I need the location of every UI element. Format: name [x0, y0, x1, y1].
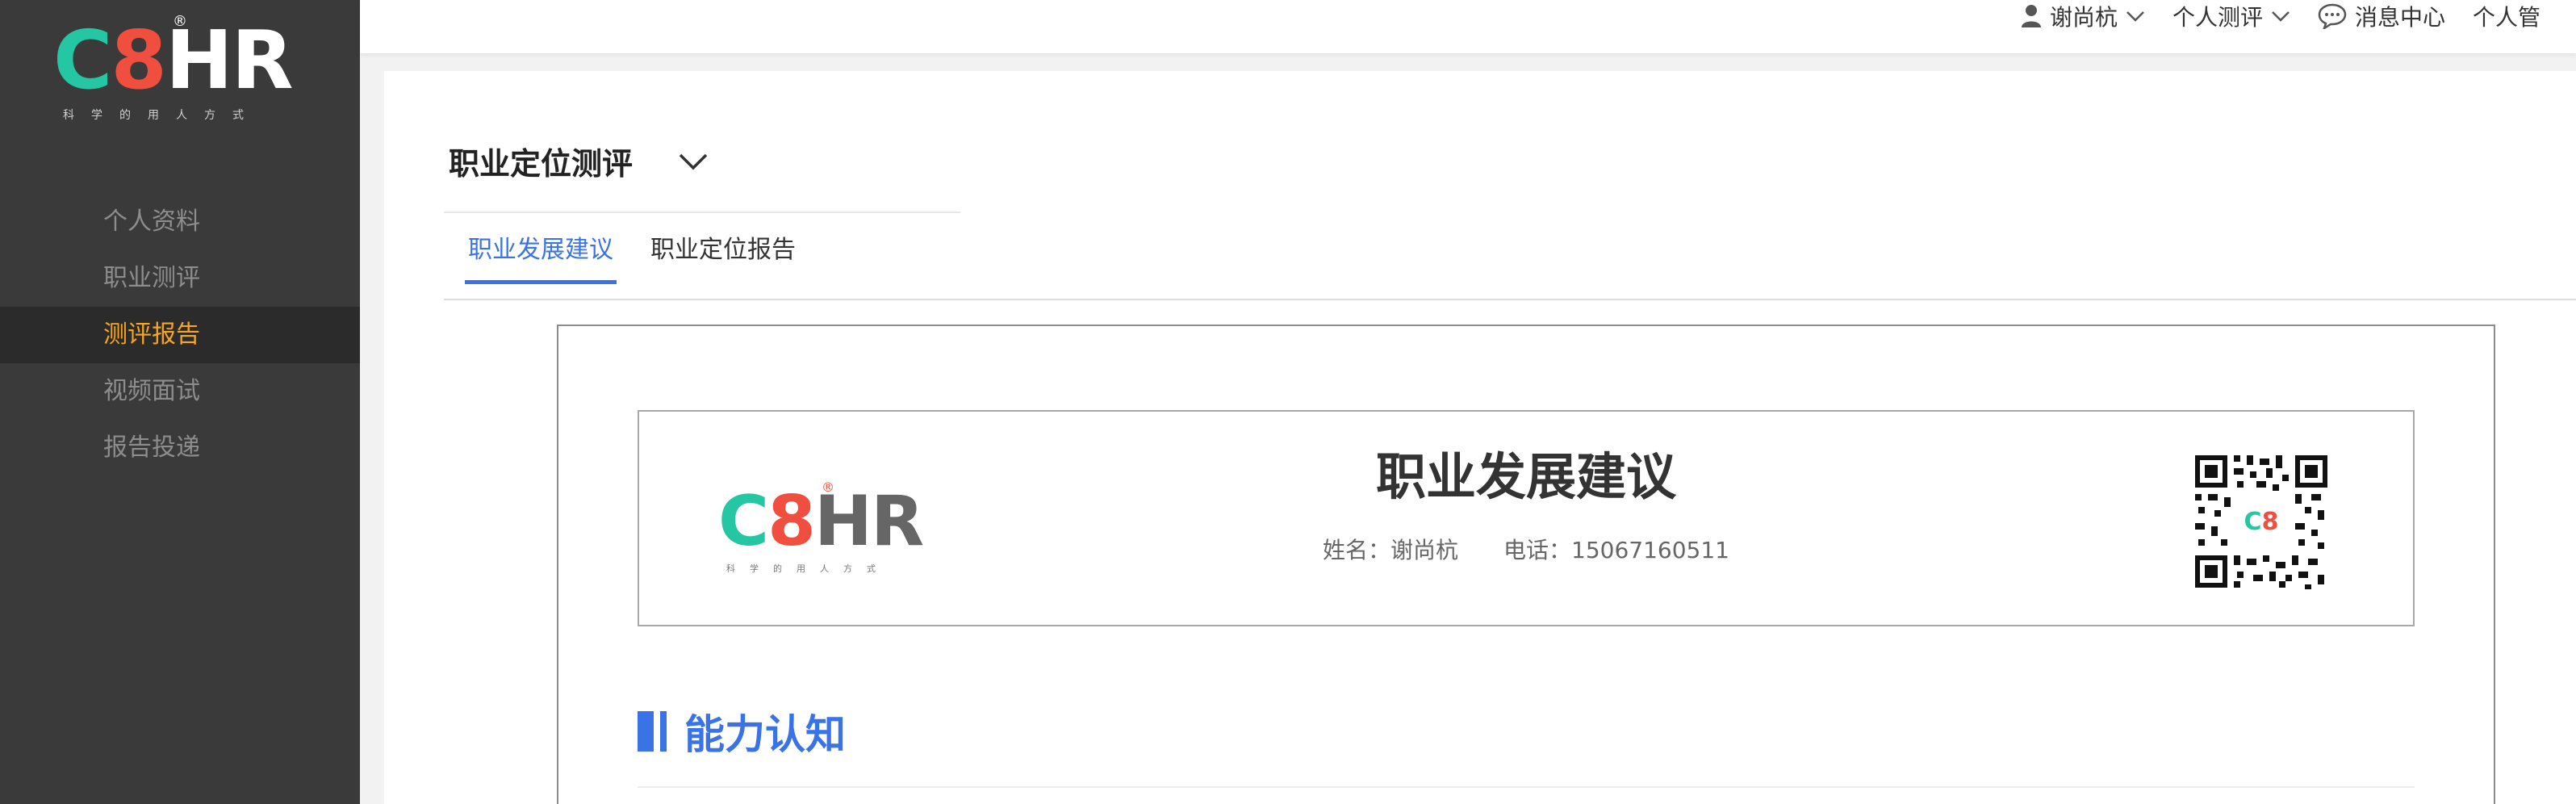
qr-code-icon: C8 [2192, 452, 2331, 591]
user-icon [2022, 5, 2041, 27]
c8hr-logo[interactable]: C8HR ® 科学的用人方式 [53, 13, 295, 126]
report-header: C8HR ® 科学的用人方式 职业发展建议 姓名：谢尚杭 电话：150671605… [638, 410, 2415, 626]
section-ability-cognition: 能力认知 [638, 702, 846, 760]
chevron-down-icon [2272, 11, 2290, 22]
personal-manage-link[interactable]: 个人管 [2473, 0, 2540, 32]
chevron-down-icon[interactable] [678, 153, 709, 170]
tab-career-development-advice[interactable]: 职业发展建议 [465, 232, 617, 284]
logo-c: C [53, 13, 112, 107]
personal-manage-label: 个人管 [2473, 4, 2541, 31]
assessment-menu[interactable]: 个人测评 [2172, 0, 2290, 32]
sidebar: C8HR ® 科学的用人方式 个人资料 职业测评 测评报告 视频面试 报告投递 [0, 0, 360, 804]
assessment-selector[interactable]: 职业定位测评 [449, 139, 709, 183]
section-title: 能力认知 [684, 711, 846, 758]
logo-registered-mark: ® [173, 13, 187, 30]
candidate-name: 姓名：谢尚杭 [1323, 537, 1459, 563]
top-header: 谢尚杭 个人测评 消息中心 个人管 [360, 0, 2576, 53]
user-menu[interactable]: 谢尚杭 [2021, 0, 2145, 32]
tab-career-positioning-report[interactable]: 职业定位报告 [650, 232, 796, 284]
report-title: 职业发展建议 [1375, 447, 1676, 506]
main-content: 职业定位测评 职业发展建议 职业定位报告 C8HR ® 科学的用人方式 职业发展… [384, 71, 2576, 804]
report-tabs: 职业发展建议 职业定位报告 [465, 232, 833, 284]
section-divider [638, 786, 2415, 788]
sidebar-item-career-assessment[interactable]: 职业测评 [0, 250, 360, 307]
chat-bubble-icon [2318, 3, 2347, 29]
sidebar-menu: 个人资料 职业测评 测评报告 视频面试 报告投递 [0, 194, 360, 476]
user-name: 谢尚杭 [2050, 4, 2118, 31]
section-marker-icon [638, 711, 667, 752]
sidebar-item-assessment-report[interactable]: 测评报告 [0, 307, 360, 363]
assessment-menu-label: 个人测评 [2172, 4, 2264, 31]
page-title: 职业定位测评 [449, 146, 634, 182]
sidebar-item-report-delivery[interactable]: 报告投递 [0, 420, 360, 476]
message-center-link[interactable]: 消息中心 [2318, 0, 2445, 32]
sidebar-item-profile[interactable]: 个人资料 [0, 194, 360, 250]
report-candidate-info: 姓名：谢尚杭 电话：15067160511 [639, 533, 2413, 565]
message-center-label: 消息中心 [2355, 4, 2446, 31]
top-nav: 谢尚杭 个人测评 消息中心 个人管 [2021, 0, 2568, 32]
report-document: C8HR ® 科学的用人方式 职业发展建议 姓名：谢尚杭 电话：150671605… [557, 325, 2495, 804]
title-divider [444, 211, 960, 213]
logo-eight: 8 [111, 13, 167, 107]
logo-tagline: 科学的用人方式 [63, 109, 261, 122]
sidebar-item-video-interview[interactable]: 视频面试 [0, 363, 360, 420]
tabs-divider [444, 299, 2576, 300]
candidate-phone: 电话：15067160511 [1503, 537, 1729, 563]
svg-text:C8: C8 [2244, 508, 2279, 536]
chevron-down-icon [2126, 11, 2144, 22]
